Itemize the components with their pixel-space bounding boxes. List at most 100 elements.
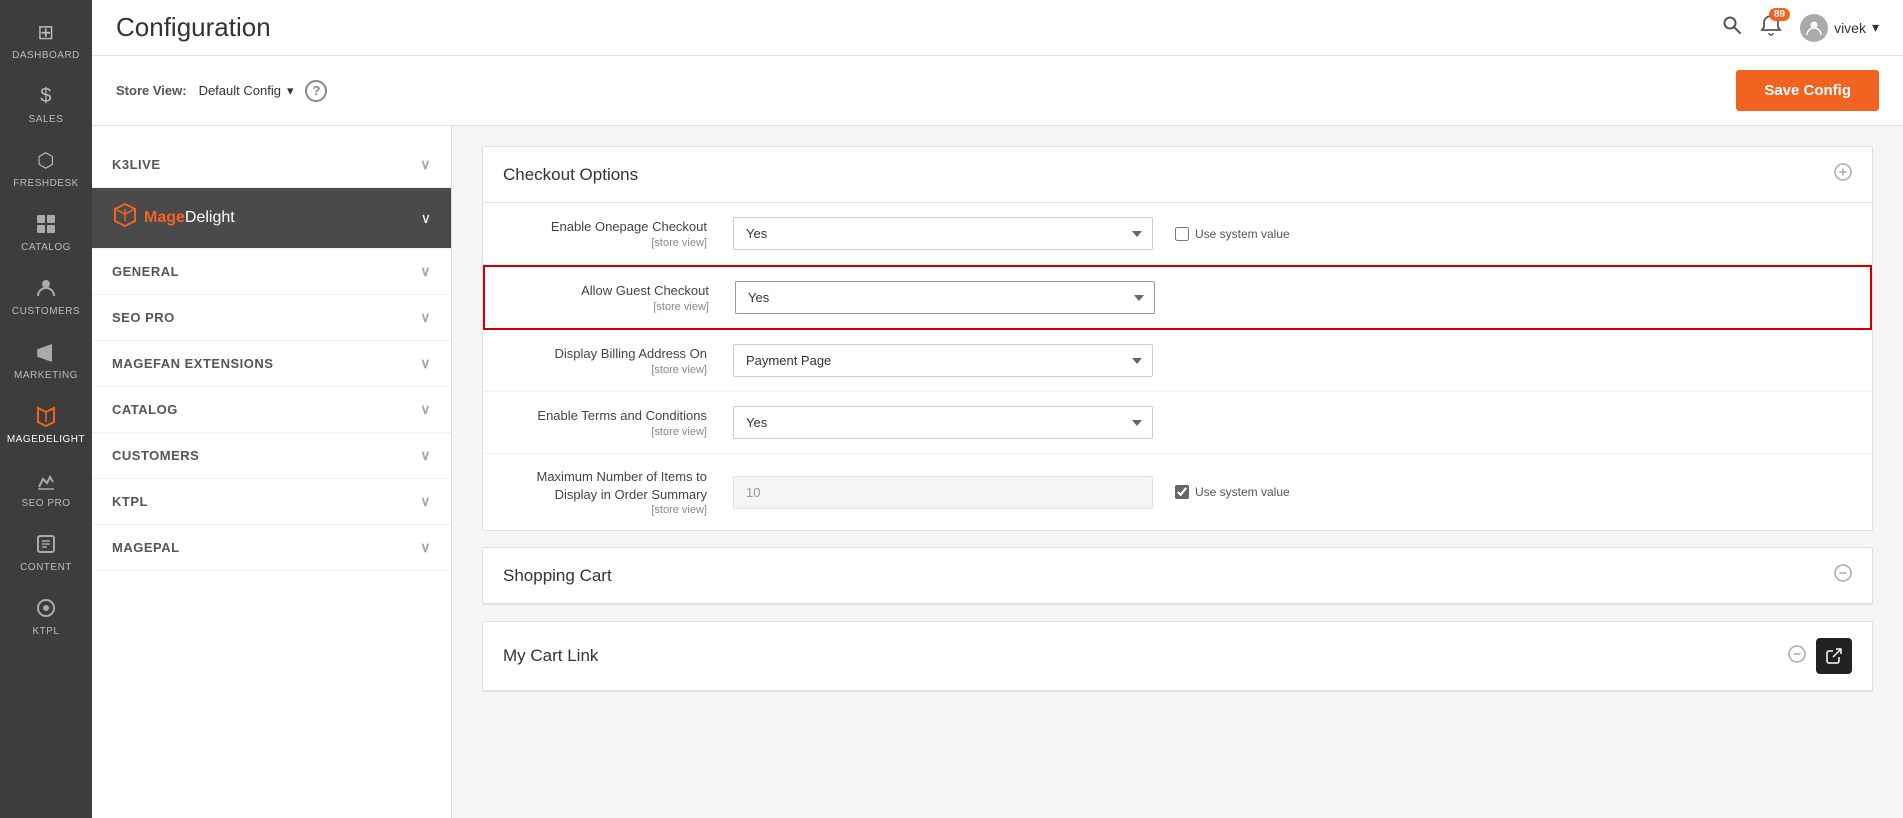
- row-display-billing: Display Billing Address On [store view] …: [483, 330, 1872, 392]
- select-display-billing[interactable]: Payment Page Payment Method: [733, 344, 1153, 377]
- label-enable-terms: Enable Terms and Conditions [store view]: [503, 407, 723, 437]
- checkout-section-title: Checkout Options: [503, 165, 638, 185]
- store-view-dropdown-icon: ▾: [287, 83, 294, 99]
- input-max-items: [733, 476, 1153, 509]
- seo-pro-icon: [32, 466, 60, 494]
- sidebar-label-customers: CUSTOMERS: [12, 306, 80, 318]
- shopping-cart-title: Shopping Cart: [503, 566, 612, 586]
- shopping-cart-collapse-icon: [1834, 564, 1852, 587]
- left-panel-label-magefan: MAGEFAN EXTENSIONS: [112, 356, 273, 371]
- left-panel: K3LIVE ∨ MageDelight ∨ GENERAL ∨ SEO PRO: [92, 126, 452, 818]
- control-allow-guest: Yes No: [735, 281, 1155, 314]
- select-enable-terms[interactable]: Yes No: [733, 406, 1153, 439]
- sidebar-item-sales[interactable]: $ SALES: [0, 72, 92, 136]
- catalog-icon: [32, 210, 60, 238]
- left-panel-item-customers[interactable]: CUSTOMERS ∨: [92, 433, 451, 479]
- header-right: 89 vivek ▾: [1722, 14, 1879, 42]
- left-panel-item-catalog[interactable]: CATALOG ∨: [92, 387, 451, 433]
- page-title: Configuration: [116, 12, 271, 43]
- chevron-customers: ∨: [420, 447, 431, 464]
- shopping-cart-header[interactable]: Shopping Cart: [483, 548, 1872, 604]
- left-panel-item-magepal[interactable]: MAGEPAL ∨: [92, 525, 451, 571]
- left-panel-item-general[interactable]: GENERAL ∨: [92, 249, 451, 295]
- freshdesk-icon: ⬡: [32, 146, 60, 174]
- store-view-selector[interactable]: Default Config ▾: [199, 83, 294, 99]
- top-header: Configuration 89 vivek ▾: [92, 0, 1903, 56]
- checkbox-system-max-items[interactable]: [1175, 485, 1189, 499]
- sidebar-item-freshdesk[interactable]: ⬡ FRESHDESK: [0, 136, 92, 200]
- row-allow-guest: Allow Guest Checkout [store view] Yes No: [485, 267, 1870, 328]
- checkout-options-header[interactable]: Checkout Options: [483, 147, 1872, 203]
- label-display-billing: Display Billing Address On [store view]: [503, 345, 723, 375]
- row-enable-onepage: Enable Onepage Checkout [store view] Yes…: [483, 203, 1872, 265]
- row-max-items: Maximum Number of Items to Display in Or…: [483, 454, 1872, 530]
- left-panel-label-seo-pro: SEO PRO: [112, 310, 175, 325]
- sidebar-item-marketing[interactable]: MARKETING: [0, 328, 92, 392]
- sidebar-item-customers[interactable]: CUSTOMERS: [0, 264, 92, 328]
- select-allow-guest[interactable]: Yes No: [735, 281, 1155, 314]
- left-panel-label-customers: CUSTOMERS: [112, 448, 199, 463]
- content-area: K3LIVE ∨ MageDelight ∨ GENERAL ∨ SEO PRO: [92, 126, 1903, 818]
- dashboard-icon: ⊞: [32, 18, 60, 46]
- md-logo-icon: [112, 202, 138, 234]
- link-icon-button[interactable]: [1816, 638, 1852, 674]
- row-enable-terms: Enable Terms and Conditions [store view]…: [483, 392, 1872, 454]
- shopping-cart-section: Shopping Cart: [482, 547, 1873, 605]
- left-panel-label-ktpl: KTPL: [112, 494, 148, 509]
- system-max-items: Use system value: [1175, 485, 1290, 499]
- sidebar-item-magedelight[interactable]: MAGEDELIGHT: [0, 392, 92, 456]
- select-enable-onepage[interactable]: Yes No: [733, 217, 1153, 250]
- chevron-catalog: ∨: [420, 401, 431, 418]
- store-bar: Store View: Default Config ▾ ? Save Conf…: [92, 56, 1903, 126]
- my-cart-link-collapse-icon: [1788, 645, 1806, 668]
- left-panel-item-k3live[interactable]: K3LIVE ∨: [92, 142, 451, 188]
- chevron-magepal: ∨: [420, 539, 431, 556]
- sidebar-label-magedelight: MAGEDELIGHT: [7, 434, 85, 446]
- notification-bell[interactable]: 89: [1760, 14, 1782, 41]
- chevron-seo-pro: ∨: [420, 309, 431, 326]
- chevron-magefan: ∨: [420, 355, 431, 372]
- notification-count: 89: [1769, 8, 1790, 21]
- sidebar: ⊞ DASHBOARD $ SALES ⬡ FRESHDESK CATALOG …: [0, 0, 92, 818]
- sidebar-item-dashboard[interactable]: ⊞ DASHBOARD: [0, 8, 92, 72]
- help-icon[interactable]: ?: [305, 80, 327, 102]
- magedelight-icon: [32, 402, 60, 430]
- my-cart-link-section: My Cart Link: [482, 621, 1873, 692]
- checkbox-system-onepage[interactable]: [1175, 227, 1189, 241]
- sidebar-item-ktpl[interactable]: KTPL: [0, 584, 92, 648]
- customers-icon: [32, 274, 60, 302]
- ktpl-icon: [32, 594, 60, 622]
- search-icon[interactable]: [1722, 15, 1742, 40]
- md-logo-text: MageDelight: [144, 209, 235, 227]
- left-panel-label-general: GENERAL: [112, 264, 179, 279]
- user-menu[interactable]: vivek ▾: [1800, 14, 1879, 42]
- sidebar-label-freshdesk: FRESHDESK: [13, 178, 79, 190]
- left-panel-item-seo-pro[interactable]: SEO PRO ∨: [92, 295, 451, 341]
- store-view-label: Store View:: [116, 83, 187, 98]
- user-dropdown-icon: ▾: [1872, 19, 1879, 36]
- sidebar-item-content[interactable]: CONTENT: [0, 520, 92, 584]
- sidebar-label-catalog: CATALOG: [21, 242, 71, 254]
- sidebar-label-seo-pro: SEO PRO: [21, 498, 70, 510]
- chevron-ktpl: ∨: [420, 493, 431, 510]
- sidebar-label-dashboard: DASHBOARD: [12, 50, 80, 62]
- sidebar-label-sales: SALES: [29, 114, 64, 126]
- sidebar-item-seo-pro[interactable]: SEO PRO: [0, 456, 92, 520]
- system-enable-onepage: Use system value: [1175, 227, 1290, 241]
- left-panel-item-magefan[interactable]: MAGEFAN EXTENSIONS ∨: [92, 341, 451, 387]
- sales-icon: $: [32, 82, 60, 110]
- control-display-billing: Payment Page Payment Method: [733, 344, 1153, 377]
- my-cart-link-title: My Cart Link: [503, 646, 598, 666]
- save-config-button[interactable]: Save Config: [1736, 70, 1879, 111]
- my-cart-link-header[interactable]: My Cart Link: [483, 622, 1872, 691]
- control-enable-terms: Yes No: [733, 406, 1153, 439]
- left-panel-item-ktpl[interactable]: KTPL ∨: [92, 479, 451, 525]
- sidebar-item-catalog[interactable]: CATALOG: [0, 200, 92, 264]
- right-panel: Checkout Options Enable Onepage Checkout…: [452, 126, 1903, 818]
- control-enable-onepage: Yes No: [733, 217, 1153, 250]
- content-icon: [32, 530, 60, 558]
- sidebar-label-marketing: MARKETING: [14, 370, 78, 382]
- checkout-options-section: Checkout Options Enable Onepage Checkout…: [482, 146, 1873, 531]
- left-panel-item-magedelight[interactable]: MageDelight ∨: [92, 188, 451, 249]
- label-max-items: Maximum Number of Items to Display in Or…: [503, 468, 723, 516]
